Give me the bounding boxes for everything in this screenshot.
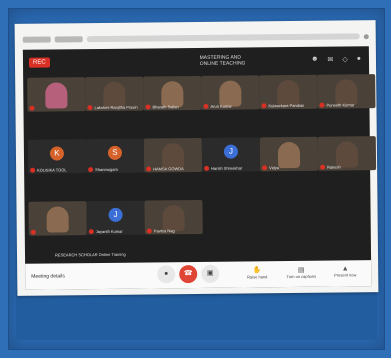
raise-hand-button[interactable]: ✋ Raise hand — [237, 266, 277, 279]
participant-name: KOUSIKA TOOL — [30, 167, 67, 173]
activities-icon[interactable]: ◇ — [342, 55, 347, 63]
participant-name: Lakshmi Ranjitha Pravin — [87, 104, 138, 111]
participant-tile[interactable]: Bharath Salian — [143, 75, 202, 111]
participant-name-text: Puneeth Kumar — [326, 102, 355, 108]
participant-name-text: Rakesh — [327, 164, 341, 170]
participant-tile[interactable]: K KOUSIKA TOOL — [27, 139, 87, 174]
meeting-header: REC MASTERING AND ONLINE TEACHING ☻ ✉ ◇ … — [23, 46, 369, 76]
mic-muted-icon — [262, 165, 268, 171]
captions-label: Turn on captions — [286, 273, 317, 280]
participant-tile[interactable] — [28, 201, 87, 236]
header-icons: ☻ ✉ ◇ ● — [311, 55, 361, 64]
participant-name-text: Shanmugam — [95, 166, 118, 173]
mic-muted-icon — [88, 167, 94, 173]
hand-icon: ✋ — [252, 267, 262, 275]
browser-tab[interactable] — [22, 36, 51, 43]
mic-muted-icon — [319, 102, 325, 108]
mic-muted-icon — [30, 167, 36, 173]
address-bar[interactable] — [86, 33, 360, 43]
participant-name-text: Pavitra Nag — [153, 228, 175, 234]
participant-name — [30, 229, 38, 235]
participant-avatar: S — [107, 145, 123, 160]
presenter-line-2: ONLINE TEACHING — [199, 60, 246, 67]
participant-name: Bharath Salian — [145, 104, 179, 110]
participant-video — [46, 206, 69, 233]
participant-tile[interactable]: HAMSA GOWDA — [143, 137, 203, 173]
meeting-window: REC MASTERING AND ONLINE TEACHING ☻ ✉ ◇ … — [22, 46, 377, 290]
participant-tile[interactable]: Kulasekara Pandian — [259, 74, 318, 110]
participant-name: Pavitra Nag — [146, 228, 175, 234]
participant-tile[interactable] — [27, 77, 86, 112]
participant-video — [277, 141, 301, 169]
printed-screenshot: REC MASTERING AND ONLINE TEACHING ☻ ✉ ◇ … — [14, 20, 379, 296]
participant-name-text: Kulasekara Pandian — [268, 102, 305, 109]
participant-name: Rakesh — [320, 164, 341, 170]
present-now-label: Present now — [334, 272, 357, 278]
mic-muted-icon — [145, 104, 151, 110]
participant-name-text: Lakshmi Ranjitha Pravin — [94, 104, 138, 111]
participant-name-text: Bharath Salian — [152, 104, 179, 110]
participant-name-text: Harish Shreekhar — [211, 165, 243, 171]
mic-muted-icon — [146, 166, 152, 172]
participant-name: Jayanth Kumar — [88, 228, 123, 235]
participant-name-text: HAMSA GOWDA — [153, 166, 184, 172]
participant-tile[interactable]: Arun Kumar — [201, 75, 260, 110]
recording-badge: REC — [28, 57, 50, 68]
mic-muted-icon — [30, 229, 36, 235]
mic-muted-icon — [203, 103, 209, 109]
camera-icon: ▣ — [206, 269, 214, 277]
participant-video — [45, 82, 68, 109]
present-now-button[interactable]: ▲ Present now — [325, 265, 365, 277]
mic-muted-icon — [146, 228, 152, 234]
participant-name: Shanmugam — [88, 166, 118, 173]
participant-name: Arun Kumar — [203, 103, 232, 109]
meeting-details-button[interactable]: Meeting details — [31, 273, 65, 279]
participant-avatar: K — [49, 146, 65, 161]
chat-icon[interactable]: ✉ — [327, 56, 333, 64]
meeting-caption: RESEARCH SCHOLAR Online Training — [54, 251, 126, 258]
leave-call-button[interactable]: ☎ — [179, 264, 198, 284]
participant-name: Kulasekara Pandian — [261, 102, 305, 109]
participant-name — [29, 105, 36, 111]
participant-tile[interactable]: S Shanmugam — [85, 138, 145, 174]
camera-button[interactable]: ▣ — [201, 264, 220, 283]
participant-name-text: Vidya — [269, 165, 280, 171]
mic-muted-icon — [320, 164, 326, 170]
browser-tab[interactable] — [54, 36, 83, 43]
mic-icon: ● — [164, 270, 169, 278]
participant-avatar: J — [108, 207, 123, 222]
participant-name: HAMSA GOWDA — [146, 166, 184, 172]
account-icon[interactable]: ● — [357, 55, 361, 63]
participant-tile[interactable]: Rakesh — [317, 136, 377, 171]
meeting-controls: Meeting details ● ☎ ▣ ✋ Raise hand ▤ Tur… — [25, 260, 372, 290]
mic-muted-icon — [29, 105, 35, 111]
participant-name-text: Jayanth Kumar — [95, 228, 123, 235]
participant-name: Harish Shreekhar — [204, 166, 242, 171]
phone-icon: ☎ — [183, 270, 193, 278]
participant-name: Vidya — [262, 165, 280, 171]
participant-name-text: Arun Kumar — [210, 103, 232, 109]
mic-muted-icon — [204, 165, 210, 171]
captions-button[interactable]: ▤ Turn on captions — [281, 266, 321, 279]
mic-button[interactable]: ● — [157, 265, 176, 284]
participant-tile[interactable]: J Jayanth Kumar — [86, 200, 145, 236]
browser-toolbar — [22, 30, 369, 46]
participant-name: Puneeth Kumar — [319, 102, 355, 108]
mic-muted-icon — [261, 103, 267, 109]
participant-tile[interactable]: J Harish Shreekhar — [201, 137, 261, 172]
desk-surface — [16, 290, 377, 340]
mic-muted-icon — [87, 105, 93, 111]
raise-hand-label: Raise hand — [247, 274, 268, 280]
participant-name-text: KOUSIKA TOOL — [37, 167, 67, 173]
participant-avatar: J — [223, 144, 239, 159]
presenter-info: MASTERING AND ONLINE TEACHING — [199, 54, 246, 67]
participant-tile[interactable]: Puneeth Kumar — [317, 74, 376, 109]
participant-tile[interactable]: Lakshmi Ranjitha Pravin — [85, 76, 144, 112]
people-icon[interactable]: ☻ — [311, 56, 318, 64]
participant-tile[interactable]: Vidya — [259, 136, 319, 172]
mic-muted-icon — [88, 229, 94, 235]
menu-icon[interactable] — [363, 33, 369, 39]
participant-tile[interactable]: Pavitra Nag — [144, 199, 203, 235]
